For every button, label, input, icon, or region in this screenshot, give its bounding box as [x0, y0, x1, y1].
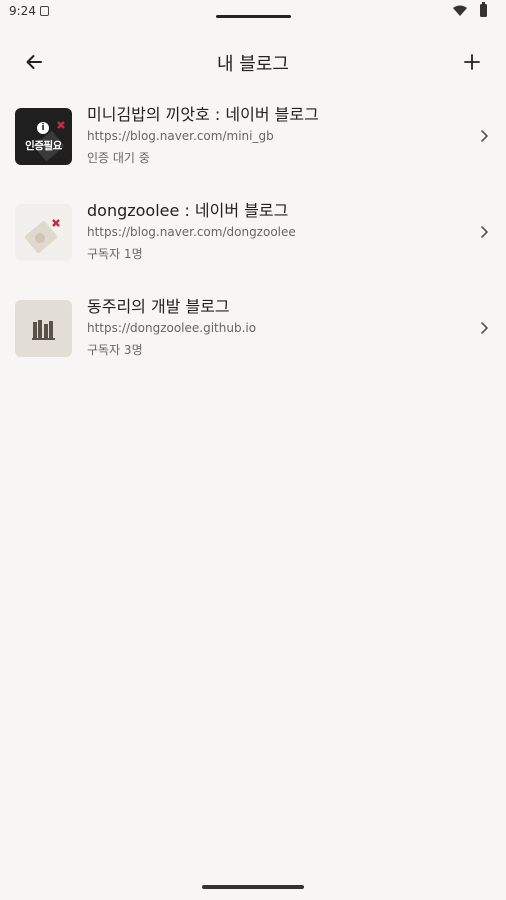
sim-icon [40, 6, 49, 16]
tag-icon [33, 121, 65, 162]
blog-title: 미니김밥의 끼앗호 : 네이버 블로그 [87, 105, 319, 124]
chevron-right-icon [481, 226, 488, 238]
status-bar: 9:24 [0, 0, 506, 24]
thumb-label: 인증필요 [25, 140, 62, 152]
app-header: 내 블로그 [0, 38, 506, 86]
home-indicator[interactable] [202, 885, 304, 889]
blog-status: 구독자 3명 [87, 343, 143, 357]
blog-url: https://blog.naver.com/mini_gb [87, 129, 274, 143]
blog-thumbnail: i 인증필요 [15, 108, 72, 165]
blog-url: https://dongzoolee.github.io [87, 321, 257, 335]
blog-url: https://blog.naver.com/dongzoolee [87, 225, 296, 239]
notch-bar [216, 15, 291, 18]
add-blog-button[interactable] [456, 46, 488, 78]
blog-title: 동주리의 개발 블로그 [87, 297, 230, 316]
blog-status: 구독자 1명 [87, 247, 143, 261]
info-icon: i [37, 122, 49, 134]
blog-title: dongzoolee : 네이버 블로그 [87, 201, 289, 220]
wifi-icon [453, 5, 467, 16]
page-title: 내 블로그 [217, 54, 289, 75]
chevron-right-icon [481, 130, 488, 142]
battery-icon [480, 2, 487, 17]
blog-item[interactable]: dongzoolee : 네이버 블로그 https://blog.naver.… [0, 184, 506, 280]
chevron-right-icon [481, 322, 488, 334]
books-icon [32, 320, 55, 340]
blog-list: i 인증필요 미니김밥의 끼앗호 : 네이버 블로그 https://blog.… [0, 88, 506, 376]
blog-thumbnail [15, 300, 72, 357]
blog-item[interactable]: 동주리의 개발 블로그 https://dongzoolee.github.io… [0, 280, 506, 376]
plus-icon [464, 54, 480, 70]
blog-item[interactable]: i 인증필요 미니김밥의 끼앗호 : 네이버 블로그 https://blog.… [0, 88, 506, 184]
tag-icon [24, 219, 60, 253]
status-time: 9:24 [9, 4, 36, 18]
blog-status: 인증 대기 중 [87, 151, 150, 165]
blog-thumbnail [15, 204, 72, 261]
